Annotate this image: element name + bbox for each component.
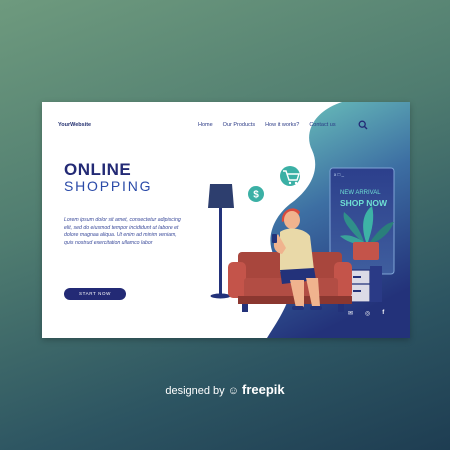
search-icon[interactable] <box>358 120 368 130</box>
nav-our-products[interactable]: Our Products <box>223 122 255 128</box>
site-logo[interactable]: YourWebsite <box>58 122 91 128</box>
landing-card: x □ _ NEW ARRIVAL SHOP NOW $ YourWebsite… <box>42 102 410 338</box>
instagram-icon[interactable]: ◎ <box>365 310 370 317</box>
hero-title-line1: ONLINE <box>64 160 132 179</box>
banner-new-arrival: NEW ARRIVAL <box>340 190 381 196</box>
hero-paragraph: Lorem ipsum dolor sit amet, consectetur … <box>64 217 181 246</box>
svg-text:$: $ <box>253 190 259 201</box>
dollar-bubble-icon: $ <box>248 186 264 202</box>
footer-brand[interactable]: freepik <box>242 382 285 397</box>
cart-bubble-icon <box>280 166 300 186</box>
footer-prefix: designed by <box>165 385 225 397</box>
freepik-logo-icon: ☺ <box>227 385 239 397</box>
hero-title-line2: SHOPPING <box>64 178 153 194</box>
footer-credit: designed by ☺ freepik <box>0 382 450 397</box>
mail-icon[interactable]: ✉ <box>348 310 353 317</box>
main-nav: Home Our Products How it works? Contact … <box>198 122 336 128</box>
nav-how-it-works[interactable]: How it works? <box>265 122 299 128</box>
start-now-button[interactable]: START NOW <box>64 288 126 300</box>
nav-home[interactable]: Home <box>198 122 213 128</box>
social-links: ✉ ◎ f <box>348 310 384 317</box>
facebook-icon[interactable]: f <box>382 310 384 317</box>
nav-contact-us[interactable]: Contact us <box>309 122 335 128</box>
banner-shop-now: SHOP NOW <box>340 198 388 208</box>
window-controls: x □ _ <box>334 172 344 177</box>
